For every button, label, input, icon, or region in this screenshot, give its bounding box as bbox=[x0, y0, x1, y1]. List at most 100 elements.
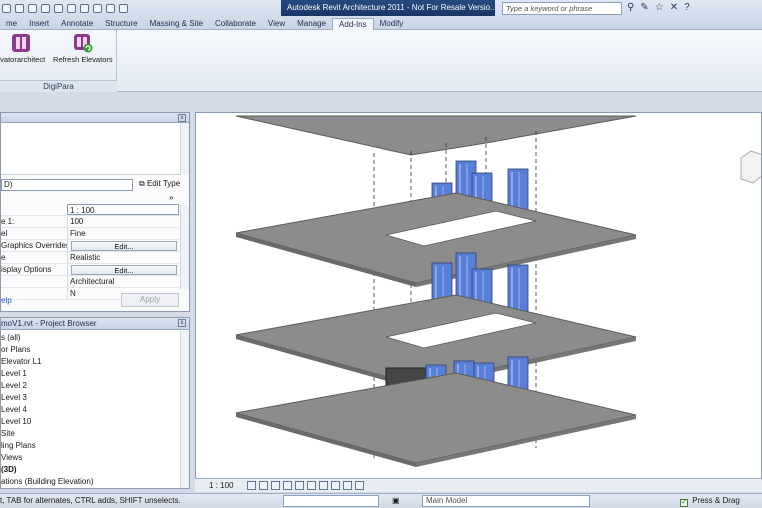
browser-item[interactable]: ations (Building Elevation) bbox=[1, 476, 179, 488]
rendering-icon[interactable] bbox=[295, 481, 305, 490]
browser-item[interactable]: Level 3 bbox=[1, 392, 179, 404]
press-drag-label: Press & Drag bbox=[692, 496, 740, 505]
reveal-hidden-icon[interactable] bbox=[355, 481, 365, 490]
project-browser-title: moV1.rvt - Project Browser bbox=[1, 319, 97, 328]
apply-button[interactable]: Apply bbox=[121, 293, 179, 307]
properties-help-link[interactable]: elp bbox=[1, 296, 12, 305]
filter-icon[interactable]: ▣ bbox=[392, 496, 400, 505]
type-scrollbar[interactable] bbox=[180, 123, 189, 175]
property-name: el bbox=[1, 229, 8, 238]
tab-collaborate[interactable]: Collaborate bbox=[209, 18, 262, 30]
browser-item[interactable]: (3D) bbox=[1, 464, 179, 476]
panel-label: DigiPara bbox=[0, 80, 117, 92]
browser-item[interactable]: Level 1 bbox=[1, 368, 179, 380]
temporary-hide-icon[interactable] bbox=[343, 481, 353, 490]
detail-level-icon[interactable] bbox=[247, 481, 257, 490]
edit-type-icon: ⧉ bbox=[139, 179, 145, 188]
press-drag-toggle[interactable]: ✓ Press & Drag bbox=[680, 496, 740, 507]
text-icon[interactable] bbox=[67, 3, 76, 13]
property-value[interactable]: Edit... bbox=[67, 240, 179, 251]
elevator-architect-button[interactable]: evatorarchitect bbox=[0, 33, 45, 64]
binoculars-icon[interactable]: ⚲ bbox=[627, 1, 634, 15]
edit-type-label: Edit Type bbox=[146, 179, 181, 188]
property-value: Realistic bbox=[67, 252, 179, 263]
browser-item[interactable]: Level 2 bbox=[1, 380, 179, 392]
3d-view-canvas[interactable] bbox=[195, 112, 762, 492]
tab-structure[interactable]: Structure bbox=[99, 18, 143, 30]
open-icon[interactable] bbox=[2, 3, 11, 13]
view-scale[interactable]: 1 : 100 bbox=[195, 481, 247, 490]
tab-massing-site[interactable]: Massing & Site bbox=[144, 18, 209, 30]
browser-item[interactable]: or Plans bbox=[1, 344, 179, 356]
ribbon-tabs: me Insert Annotate Structure Massing & Site C… bbox=[0, 17, 409, 30]
section-icon[interactable] bbox=[93, 3, 102, 13]
tab-manage[interactable]: Manage bbox=[291, 18, 332, 30]
quick-access-toolbar bbox=[0, 0, 280, 16]
browser-item[interactable]: s (all) bbox=[1, 332, 179, 344]
property-row: e Realistic bbox=[1, 252, 179, 264]
design-option-selector[interactable]: Main Model bbox=[422, 495, 590, 507]
browser-item[interactable]: Elevator L1 bbox=[1, 356, 179, 368]
browser-item[interactable]: ling Plans bbox=[1, 440, 179, 452]
tab-me[interactable]: me bbox=[0, 18, 23, 30]
property-value[interactable]: 1 : 100 bbox=[67, 204, 179, 215]
lock-view-icon[interactable] bbox=[331, 481, 341, 490]
type-selector[interactable]: D) bbox=[1, 179, 133, 191]
collapse-icon[interactable]: » bbox=[169, 193, 173, 202]
browser-item[interactable]: Level 4 bbox=[1, 404, 179, 416]
3d-view-icon[interactable] bbox=[80, 3, 89, 13]
tab-annotate[interactable]: Annotate bbox=[55, 18, 99, 30]
close-icon[interactable]: ✕ bbox=[670, 1, 678, 15]
undo-icon[interactable] bbox=[28, 3, 37, 13]
floor-slab bbox=[235, 115, 637, 156]
workset-selector[interactable] bbox=[283, 495, 379, 507]
status-bar: t, TAB for alternates, CTRL adds, SHIFT … bbox=[0, 493, 762, 508]
property-name bbox=[1, 204, 67, 215]
show-crop-icon[interactable] bbox=[319, 481, 329, 490]
viewcube bbox=[740, 150, 761, 184]
sun-path-icon[interactable] bbox=[271, 481, 281, 490]
property-value: Architectural bbox=[67, 276, 179, 287]
edit-button[interactable]: Edit... bbox=[71, 241, 177, 251]
measure-icon[interactable] bbox=[54, 3, 63, 13]
edit-type-button[interactable]: ⧉ Edit Type bbox=[139, 177, 180, 191]
project-browser-header: moV1.rvt - Project Browser x bbox=[1, 318, 189, 330]
window-title: Autodesk Revit Architecture 2011 - Not F… bbox=[281, 0, 495, 16]
tab-modify[interactable]: Modify bbox=[374, 18, 410, 30]
subscription-icon[interactable]: ✎ bbox=[640, 1, 648, 15]
browser-item[interactable]: Views bbox=[1, 452, 179, 464]
edit-button[interactable]: Edit... bbox=[71, 265, 177, 275]
browser-scrollbar[interactable] bbox=[180, 331, 189, 488]
properties-scrollbar[interactable] bbox=[180, 205, 189, 289]
checkbox-icon: ✓ bbox=[680, 499, 688, 507]
refresh-elevators-button[interactable]: Refresh Elevators bbox=[53, 33, 113, 64]
properties-table: 1 : 100 e 1: 100 el Fine Graphics Overrides Ed… bbox=[1, 204, 179, 300]
shadows-icon[interactable] bbox=[283, 481, 293, 490]
properties-palette: x D) ⧉ Edit Type » 1 : 100 e 1: 100 el Fine G… bbox=[0, 112, 190, 312]
property-value[interactable]: Edit... bbox=[67, 264, 179, 275]
browser-item[interactable]: Site bbox=[1, 428, 179, 440]
close-icon[interactable]: x bbox=[178, 319, 186, 327]
star-icon[interactable]: ☆ bbox=[655, 1, 664, 15]
browser-item[interactable]: Level 10 bbox=[1, 416, 179, 428]
save-icon[interactable] bbox=[15, 3, 24, 13]
property-row: Graphics Overrides Edit... bbox=[1, 240, 179, 252]
property-row: e 1: 100 bbox=[1, 216, 179, 228]
redo-icon[interactable] bbox=[41, 3, 50, 13]
elevator-architect-icon bbox=[11, 33, 31, 53]
digipara-panel: evatorarchitect Refresh Elevators DigiPa… bbox=[0, 30, 117, 92]
search-input[interactable]: Type a keyword or phrase bbox=[502, 2, 622, 15]
tab-insert[interactable]: Insert bbox=[23, 18, 55, 30]
help-icon[interactable]: ? bbox=[684, 1, 690, 15]
visual-style-icon[interactable] bbox=[259, 481, 269, 490]
thin-lines-icon[interactable] bbox=[106, 3, 115, 13]
elevator-scene bbox=[235, 115, 761, 467]
close-hidden-icon[interactable] bbox=[119, 3, 128, 13]
property-value: Fine bbox=[67, 228, 179, 239]
crop-view-icon[interactable] bbox=[307, 481, 317, 490]
tab-view[interactable]: View bbox=[262, 18, 291, 30]
close-icon[interactable]: x bbox=[178, 114, 186, 122]
property-name: e bbox=[1, 253, 6, 262]
property-name: Graphics Overrides bbox=[1, 241, 67, 250]
tab-add-ins[interactable]: Add-Ins bbox=[332, 18, 374, 30]
